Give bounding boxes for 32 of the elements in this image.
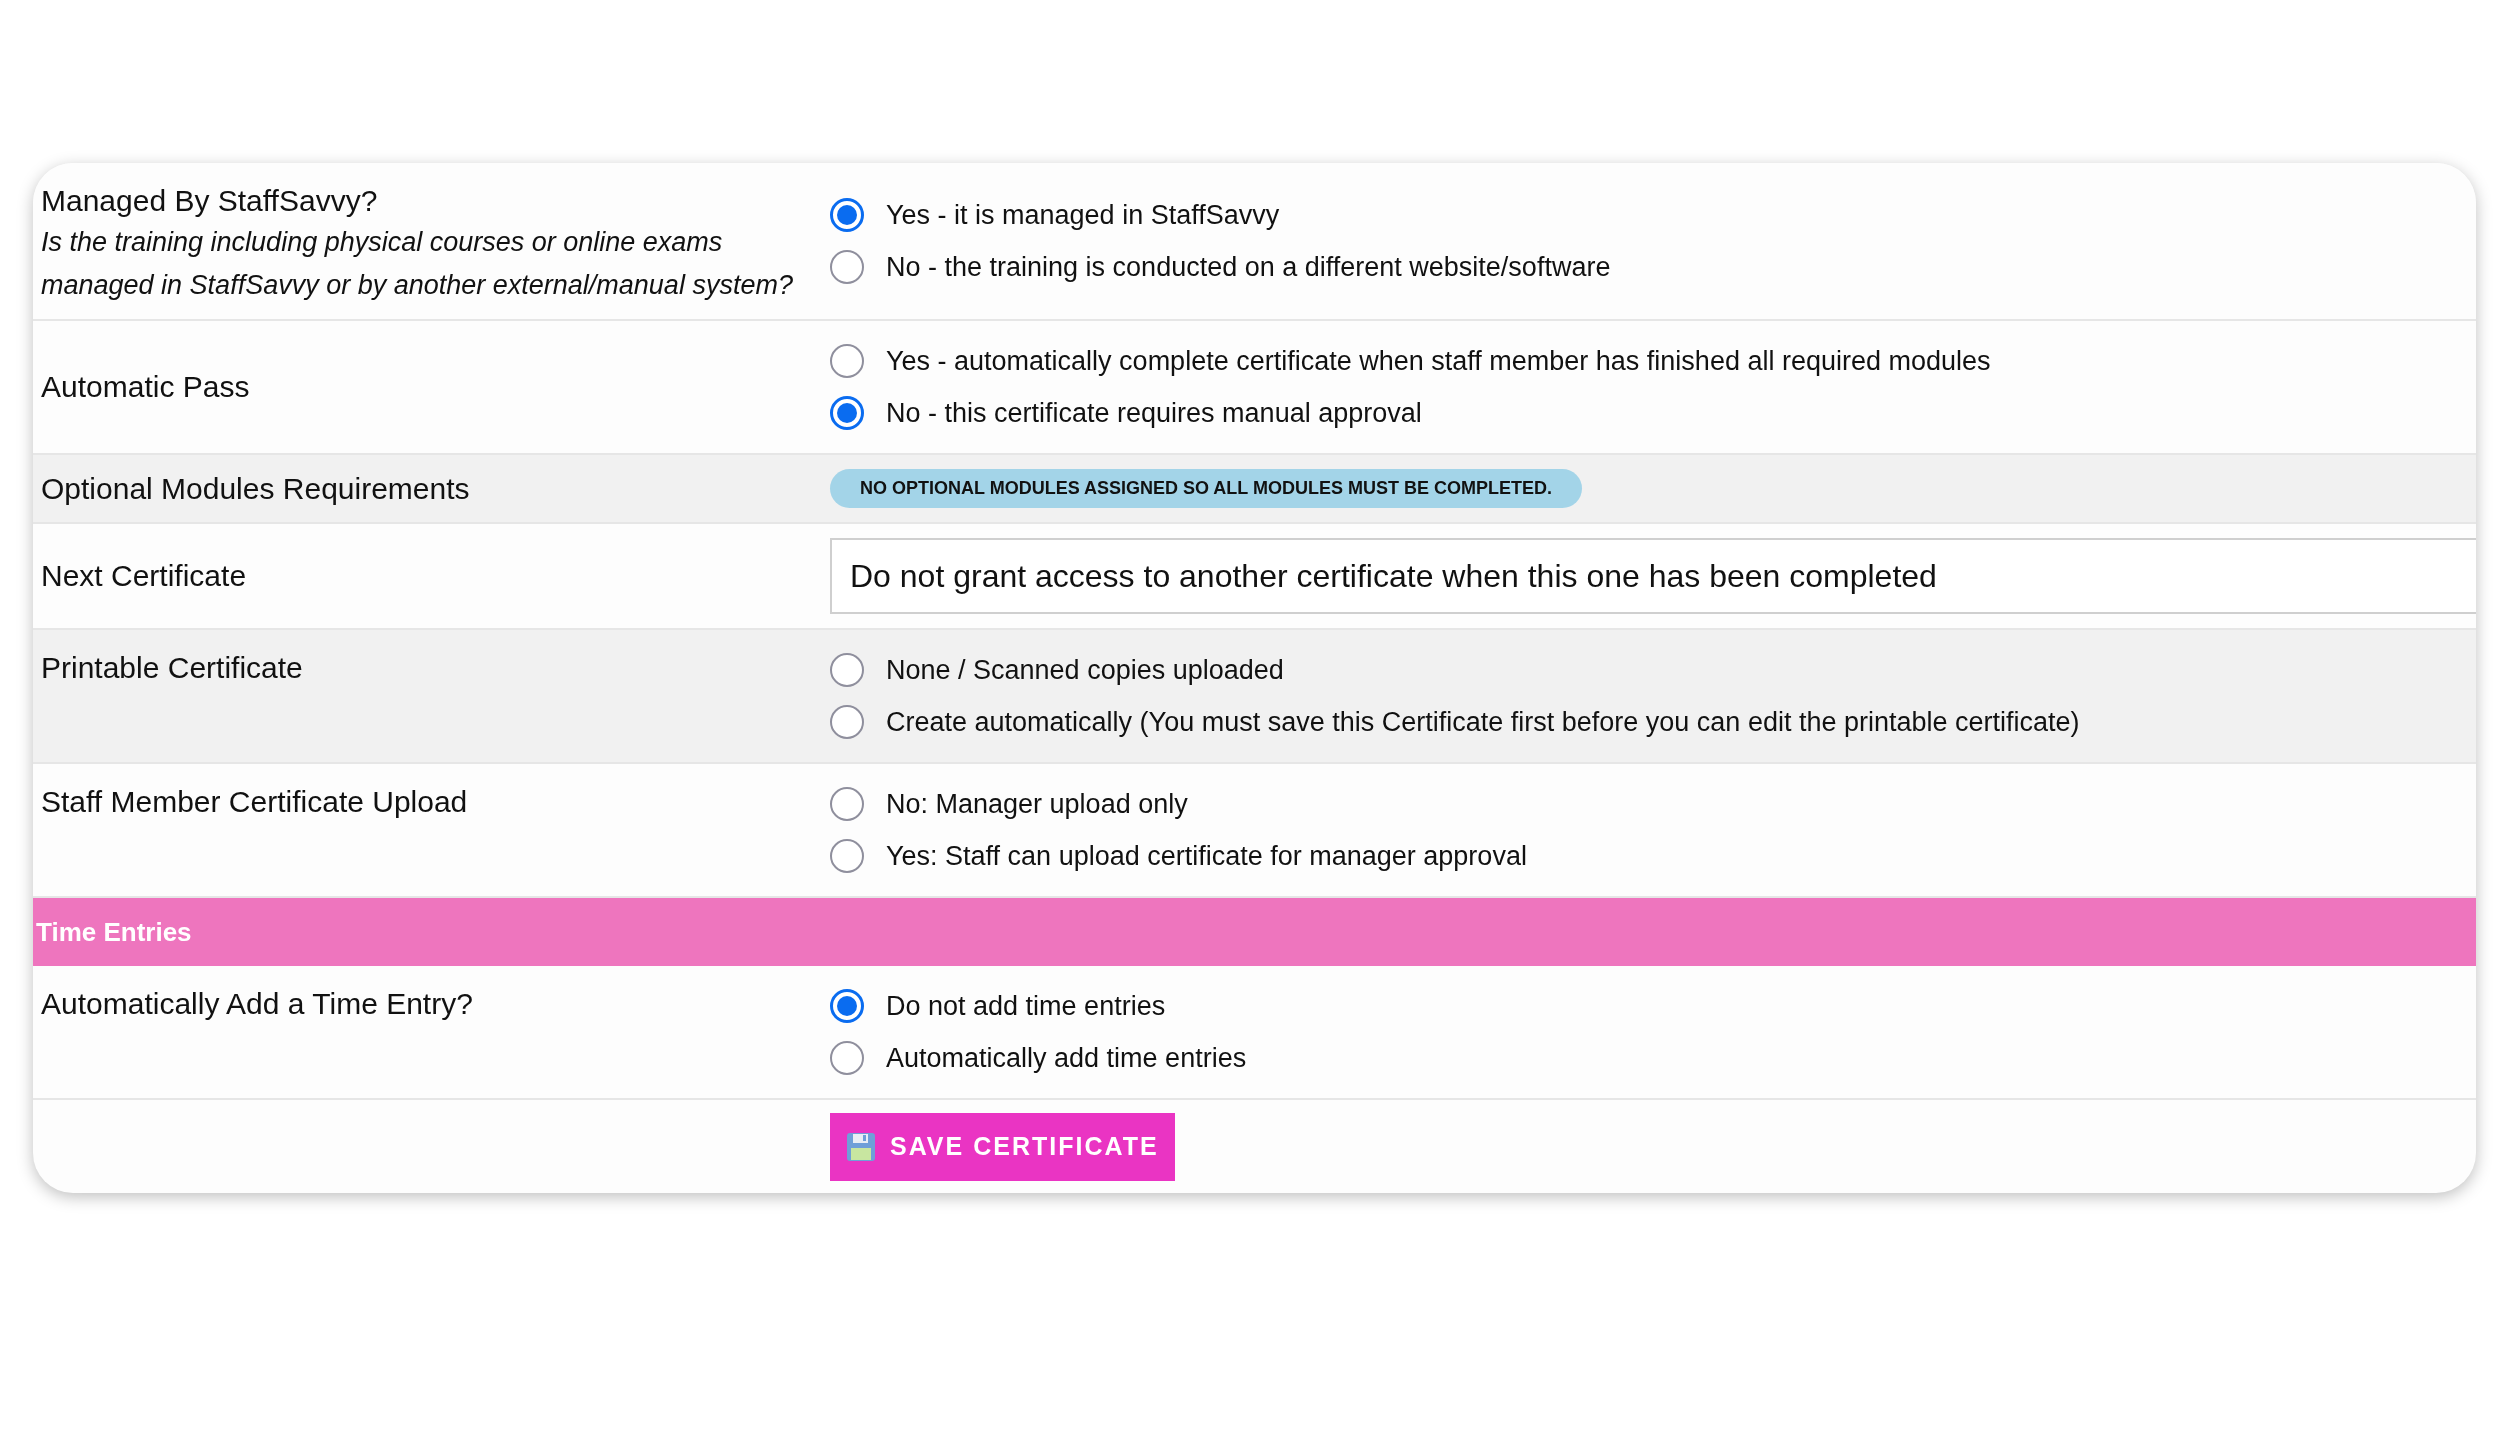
field-label: Optional Modules Requirements [41,470,471,507]
field-description: Is the training including physical courses or online exams managed in StaffSavvy or by another external/manual system? [41,226,794,302]
radio-label: Do not add time entries [886,989,1166,1023]
section-header: Time Entries [33,898,2476,966]
field-label: Automatically Add a Time Entry? [41,986,474,1022]
radio-label: Yes - automatically complete certificate when staff member has finished all required modules [886,344,1991,378]
radio-label: None / Scanned copies uploaded [886,653,1284,687]
radio-button[interactable] [830,198,864,232]
field-label: Automatic Pass [41,369,251,405]
info-badge: NO OPTIONAL MODULES ASSIGNED SO ALL MODULES MUST BE COMPLETED. [830,469,1583,508]
radio-button[interactable] [830,839,864,873]
radio-button[interactable] [830,989,864,1023]
radio-button[interactable] [830,1041,864,1075]
radio-button[interactable] [830,653,864,687]
radio-button[interactable] [830,250,864,284]
field-label: Staff Member Certificate Upload [41,784,469,820]
radio-label: Create automatically (You must save this Certificate first before you can edit the printable certificate) [886,705,2080,739]
radio-button[interactable] [830,787,864,821]
radio-label: Yes - it is managed in StaffSavvy [886,198,1280,232]
radio-button[interactable] [830,344,864,378]
radio-label: Automatically add time entries [886,1041,1247,1075]
field-label: Managed By StaffSavvy? [41,183,379,219]
radio-button[interactable] [830,705,864,739]
save-button[interactable]: SAVE CERTIFICATE [830,1112,1175,1181]
radio-label: No: Manager upload only [886,787,1188,821]
radio-label: No - the training is conducted on a different website/software [886,250,1611,284]
radio-label: Yes: Staff can upload certificate for manager approval [886,839,1527,873]
field-label: Printable Certificate [41,650,304,686]
radio-label: No - this certificate requires manual approval [886,396,1422,430]
select-field[interactable]: Do not grant access to another certificate when this one has been completed [830,538,2476,614]
field-label: Next Certificate [41,558,248,594]
radio-button[interactable] [830,396,864,430]
